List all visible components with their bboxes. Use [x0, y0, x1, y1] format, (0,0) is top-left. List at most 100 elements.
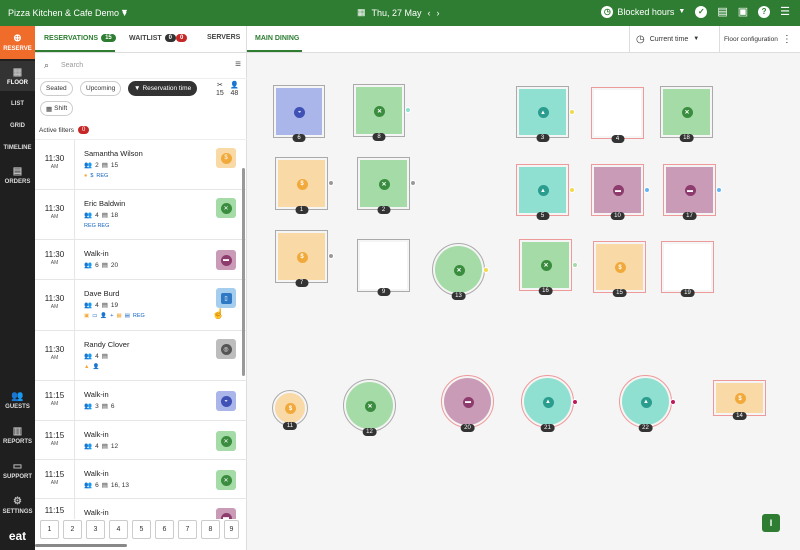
guest-name: Eric Baldwin: [84, 199, 126, 208]
table-22[interactable]: ▲ 22: [619, 375, 676, 432]
reservation-row[interactable]: 11:30 AM Randy Clover 👥 4 ▤ ▲ 👤 ◎: [35, 331, 247, 381]
status-badge[interactable]: ✕: [216, 470, 236, 490]
table-19[interactable]: 19: [661, 241, 714, 297]
page-button[interactable]: 7: [178, 520, 197, 539]
blocked-hours-button[interactable]: ◷ Blocked hours ▼: [601, 5, 685, 18]
table-number: 11: [282, 422, 298, 430]
tab-main-dining[interactable]: MAIN DINING: [255, 35, 299, 42]
tab-servers-label: SERVERS: [207, 34, 241, 41]
calendar-icon[interactable]: ▦: [357, 7, 366, 18]
search-input[interactable]: Search: [61, 62, 83, 69]
list-scrollbar[interactable]: [242, 168, 245, 376]
floor-grid-icon: ▦: [12, 67, 23, 78]
chat-icon: ▭: [92, 313, 98, 319]
current-time-selector[interactable]: ◷ Current time ▼: [629, 26, 719, 52]
reservation-row[interactable]: 11:30 AM Samantha Wilson 👥 2 ▤ 15 ● $ REG $: [35, 140, 247, 190]
print-icon[interactable]: ▣: [738, 5, 748, 18]
upcoming-filter-chip[interactable]: Upcoming: [80, 81, 122, 96]
table-3[interactable]: ▲ 3: [516, 86, 575, 142]
floor-action-button[interactable]: I: [762, 514, 780, 532]
party-icon: 👥: [84, 212, 93, 219]
status-badge[interactable]: ✕: [216, 431, 236, 451]
nav-support[interactable]: ▭ SUPPORT: [0, 461, 35, 489]
nav-grid[interactable]: GRID: [0, 116, 35, 138]
nav-settings[interactable]: ⚙ SETTINGS: [0, 496, 35, 524]
menu-icon[interactable]: ☰: [780, 5, 790, 18]
status-dot: [328, 180, 334, 186]
help-icon[interactable]: ?: [758, 5, 771, 18]
table-number: 19: [110, 301, 119, 309]
status-badge[interactable]: ✕: [216, 198, 236, 218]
status-badge[interactable]: $: [216, 148, 236, 168]
table-7[interactable]: $7: [275, 230, 334, 287]
page-button[interactable]: 3: [86, 520, 105, 539]
reservation-time: 11:15: [35, 499, 75, 519]
status-badge[interactable]: ◒: [216, 391, 236, 411]
table-13[interactable]: ✕ 13: [432, 243, 489, 300]
current-date[interactable]: Thu, 27 May: [372, 8, 422, 18]
status-dot: [569, 109, 575, 115]
table-12[interactable]: ✕ 12: [343, 379, 396, 436]
table-16[interactable]: ✕ 16: [519, 239, 578, 295]
page-button[interactable]: 4: [109, 520, 128, 539]
page-button[interactable]: 9: [224, 520, 239, 539]
nav-list[interactable]: LIST: [0, 94, 35, 116]
nav-floor[interactable]: ▦ FLOOR: [0, 61, 35, 91]
nav-timeline[interactable]: TIMELINE: [0, 138, 35, 160]
table-21[interactable]: ▲ 21: [521, 375, 578, 432]
reservation-row[interactable]: 11:30 AM Dave Burd 👥 4 ▤ 19 ▣ ▭ 👤 + ▦ ▤ REG ▯: [35, 280, 247, 331]
table-15[interactable]: $15: [593, 241, 646, 297]
reservation-row[interactable]: 11:15 AM Walk-in 👥 6 ▤ 16, 13 ✕: [35, 460, 247, 499]
reservation-row[interactable]: 11:30 AM Walk-in 👥 6 ▤ 20 ▬: [35, 240, 247, 280]
page-button[interactable]: 1: [40, 520, 59, 539]
tag-text: REG: [132, 313, 145, 319]
tab-waitlist[interactable]: WAITLIST 0 0: [129, 34, 188, 42]
table-20[interactable]: ▬ 20: [441, 375, 494, 432]
status-badge[interactable]: ◎: [216, 339, 236, 359]
page-button[interactable]: 6: [155, 520, 174, 539]
status-badge[interactable]: ▬: [216, 250, 236, 270]
pager-scrollbar[interactable]: [35, 544, 127, 547]
check-icon[interactable]: ✓: [695, 5, 708, 18]
table-6[interactable]: ◒ 6: [273, 85, 325, 142]
table-8[interactable]: ✕ 8: [353, 84, 411, 141]
table-17[interactable]: ▬ 17: [663, 164, 722, 220]
page-button[interactable]: 2: [63, 520, 82, 539]
reservation-row[interactable]: 11:30 AM Eric Baldwin 👥 4 ▤ 18 REG REG ✕: [35, 190, 247, 240]
reservation-time-sort-chip[interactable]: ▼ Reservation time: [128, 81, 198, 96]
list-check-icon[interactable]: ▤: [717, 5, 727, 18]
page-button[interactable]: 8: [201, 520, 220, 539]
table-11[interactable]: $11: [272, 390, 308, 430]
table-2[interactable]: ✕ 2: [357, 157, 416, 214]
page-button[interactable]: 5: [132, 520, 151, 539]
tab-reservations[interactable]: RESERVATIONS 15: [44, 34, 116, 42]
nav-guests[interactable]: 👥 GUESTS: [0, 391, 35, 419]
nav-reports[interactable]: ▥ REPORTS: [0, 426, 35, 454]
table-10[interactable]: ▬ 10: [591, 164, 650, 220]
grid-icon: ▦: [46, 105, 53, 113]
reservation-row[interactable]: 11:15 AM Walk-in 👥 3 ▤ 6 ◒: [35, 381, 247, 421]
nav-orders[interactable]: ▤ ORDERS: [0, 164, 35, 192]
table-14[interactable]: $14: [713, 380, 766, 420]
status-badge[interactable]: ▬: [216, 508, 236, 519]
party-size: 6: [95, 261, 99, 269]
status-badge[interactable]: ▯: [216, 288, 236, 308]
reservation-row[interactable]: 11:15 AM Walk-in 👥 4 ▤ 12 ✕: [35, 421, 247, 460]
tab-servers[interactable]: SERVERS: [207, 34, 240, 41]
filter-icon[interactable]: ≡: [235, 59, 241, 70]
next-date-icon[interactable]: ›: [437, 8, 440, 18]
shift-filter-chip[interactable]: ▦ Shift: [40, 101, 74, 116]
prev-date-icon[interactable]: ‹: [428, 8, 431, 18]
table-9[interactable]: 9: [357, 239, 410, 296]
floor-configuration-button[interactable]: Floor configuration ⋮: [719, 26, 800, 52]
table-18[interactable]: ✕ 18: [660, 86, 713, 142]
seated-filter-chip[interactable]: Seated: [40, 81, 73, 96]
status-dot: [716, 187, 722, 193]
reservation-row[interactable]: 11:15 Walk-in ▬: [35, 499, 247, 519]
table-5[interactable]: ▲ 5: [516, 164, 575, 220]
covers-icon: ✂: [216, 82, 223, 89]
table-4[interactable]: 4: [591, 87, 644, 143]
table-1[interactable]: $1: [275, 157, 334, 214]
venue-selector[interactable]: Pizza Kitchen & Cafe Demo ▼: [8, 8, 128, 18]
nav-reserve[interactable]: ⊕ RESERVE: [0, 26, 35, 59]
